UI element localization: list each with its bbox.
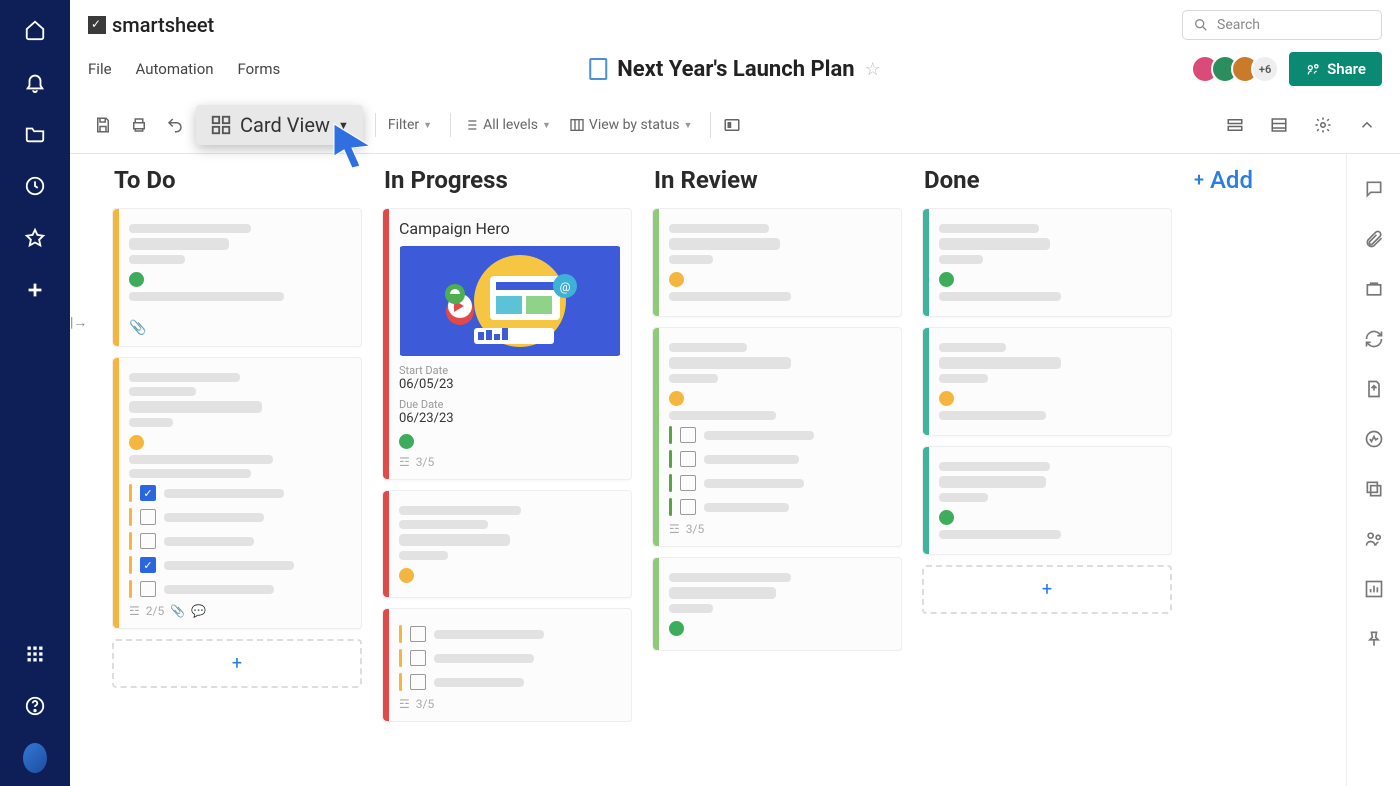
export-icon[interactable]: [1363, 378, 1385, 400]
card[interactable]: [382, 490, 632, 598]
status-dot: [129, 435, 144, 450]
menu-forms[interactable]: Forms: [238, 60, 281, 78]
apps-icon[interactable]: [23, 642, 47, 666]
card-hero-image: @: [399, 246, 621, 356]
home-icon[interactable]: [23, 18, 47, 42]
chevron-up-icon[interactable]: [1352, 112, 1382, 138]
activity-icon[interactable]: [1363, 428, 1385, 450]
attachments-icon[interactable]: [1363, 228, 1385, 250]
gear-icon[interactable]: [1308, 112, 1338, 138]
copy-icon[interactable]: [1363, 478, 1385, 500]
card[interactable]: ☲ 2/5 📎 💬: [112, 357, 362, 629]
brand-logo[interactable]: smartsheet: [88, 13, 214, 37]
expand-gutter[interactable]: |→: [70, 154, 94, 786]
comments-icon[interactable]: [1363, 178, 1385, 200]
card-title: Campaign Hero: [399, 219, 621, 238]
right-panel-rail: [1346, 154, 1400, 786]
card[interactable]: ☲3/5: [382, 608, 632, 722]
image-toggle-icon[interactable]: [710, 112, 747, 138]
levels-button[interactable]: All levels ▼: [450, 113, 557, 137]
column-done: Done: [912, 154, 1182, 786]
column-review: In Review: [642, 154, 912, 786]
status-dot: [399, 568, 414, 583]
comment-icon: 💬: [191, 604, 206, 618]
card[interactable]: [922, 327, 1172, 436]
left-nav-rail: [0, 0, 70, 786]
sheet-title-area: Next Year's Launch Plan ☆: [589, 57, 881, 82]
menu-file[interactable]: File: [88, 60, 112, 78]
refresh-icon[interactable]: [1363, 328, 1385, 350]
global-search[interactable]: Search: [1182, 10, 1382, 40]
smartsheet-logo-icon: [88, 16, 106, 34]
view-switcher[interactable]: Card View ▼: [196, 105, 363, 145]
save-icon[interactable]: [88, 112, 118, 138]
card-campaign-hero[interactable]: Campaign Hero: [382, 208, 632, 480]
favorite-star-icon[interactable]: ☆: [865, 59, 881, 80]
pin-icon[interactable]: [1363, 628, 1385, 650]
column-progress: In Progress Campaign Hero: [372, 154, 642, 786]
chevron-down-icon: ▼: [338, 119, 349, 132]
user-avatar[interactable]: [23, 746, 47, 770]
column-title: To Do: [112, 154, 362, 208]
undo-icon[interactable]: [160, 112, 190, 138]
grid-density-icon[interactable]: [1264, 112, 1294, 138]
card[interactable]: 📎: [112, 208, 362, 347]
menu-automation[interactable]: Automation: [136, 60, 214, 78]
sheet-icon: [589, 58, 607, 80]
due-date: 06/23/23: [399, 411, 621, 426]
card-density-icon[interactable]: [1220, 112, 1250, 138]
print-icon[interactable]: [124, 112, 154, 138]
plus-icon[interactable]: [23, 278, 47, 302]
card[interactable]: [922, 208, 1172, 317]
filter-button[interactable]: Filter ▼: [375, 113, 438, 137]
viewby-button[interactable]: View by status ▼: [563, 113, 698, 137]
search-placeholder: Search: [1217, 17, 1260, 33]
add-card-button[interactable]: +: [112, 639, 362, 688]
column-todo: To Do 📎: [102, 154, 372, 786]
search-icon: [1193, 17, 1209, 33]
proofs-icon[interactable]: [1363, 278, 1385, 300]
status-dot: [129, 272, 144, 287]
svg-text:@: @: [560, 280, 571, 294]
status-dot: [669, 272, 684, 287]
folder-icon[interactable]: [23, 122, 47, 146]
list-icon: [463, 117, 479, 133]
share-button[interactable]: Share: [1289, 52, 1382, 86]
status-dot: [399, 434, 414, 449]
column-title: Done: [922, 154, 1172, 208]
recent-icon[interactable]: [23, 174, 47, 198]
sheet-title[interactable]: Next Year's Launch Plan: [617, 57, 854, 82]
card[interactable]: [922, 446, 1172, 555]
add-card-button[interactable]: +: [922, 565, 1172, 614]
collaborator-avatars[interactable]: +6: [1199, 55, 1279, 83]
due-date-label: Due Date: [399, 398, 621, 411]
chart-icon[interactable]: [1363, 578, 1385, 600]
card[interactable]: ☲3/5: [652, 327, 902, 547]
status-dot: [669, 391, 684, 406]
subtask-icon: ☲: [129, 604, 140, 618]
card[interactable]: [652, 208, 902, 317]
share-icon: [1305, 61, 1321, 77]
column-title: In Review: [652, 154, 902, 208]
columns-icon: [569, 117, 585, 133]
star-icon[interactable]: [23, 226, 47, 250]
status-dot: [669, 621, 684, 636]
people-icon[interactable]: [1363, 528, 1385, 550]
card-view-icon: [210, 114, 232, 136]
attachment-icon: 📎: [129, 320, 351, 336]
start-date-label: Start Date: [399, 364, 621, 377]
bell-icon[interactable]: [23, 70, 47, 94]
brand-name: smartsheet: [112, 13, 214, 37]
start-date: 06/05/23: [399, 377, 621, 392]
help-icon[interactable]: [23, 694, 47, 718]
avatars-overflow[interactable]: +6: [1251, 55, 1279, 83]
column-title: In Progress: [382, 154, 632, 208]
kanban-board: To Do 📎: [94, 154, 1346, 786]
subtask-count: 2/5: [146, 604, 164, 618]
add-column[interactable]: +Add: [1182, 154, 1322, 786]
card[interactable]: [652, 557, 902, 651]
attachment-icon: 📎: [170, 604, 185, 618]
